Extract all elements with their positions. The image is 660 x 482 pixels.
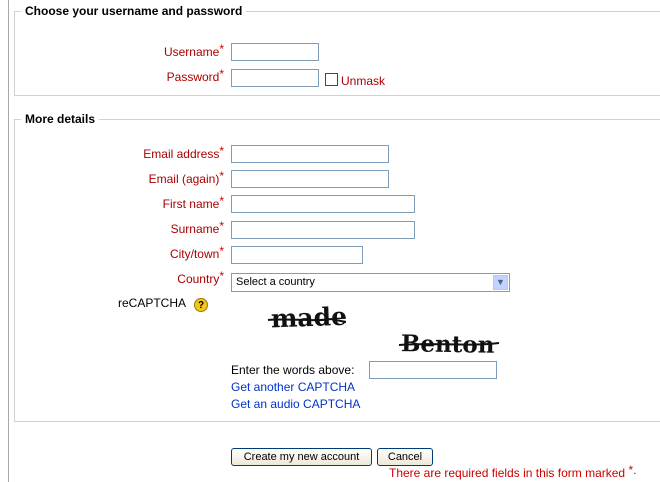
city-label-row: City/town* xyxy=(100,244,224,265)
surname-label: Surname* xyxy=(170,219,224,236)
required-fields-note: There are required fields in this form m… xyxy=(389,463,637,480)
country-selected-value: Select a country xyxy=(236,276,315,288)
username-label-row: Username* xyxy=(100,42,224,63)
chevron-down-icon[interactable]: ▼ xyxy=(493,275,508,290)
firstname-label-row: First name* xyxy=(100,194,224,215)
cancel-button[interactable]: Cancel xyxy=(377,448,433,466)
country-select[interactable]: Select a country ▼ xyxy=(231,273,510,292)
email-label: Email address* xyxy=(143,144,224,161)
page-left-border xyxy=(8,0,9,482)
password-label-row: Password* xyxy=(100,67,224,88)
required-marker: * xyxy=(219,219,224,233)
required-marker: * xyxy=(219,244,224,258)
required-marker: * xyxy=(219,169,224,183)
username-input[interactable] xyxy=(231,43,319,61)
section-legend-details: More details xyxy=(25,112,96,126)
captcha-image: made Benton xyxy=(231,298,551,359)
required-marker: * xyxy=(219,67,224,81)
email-input[interactable] xyxy=(231,145,389,163)
email-again-label-row: Email (again)* xyxy=(100,169,224,190)
captcha-word-1: made xyxy=(270,302,347,334)
unmask-label[interactable]: Unmask xyxy=(341,74,385,88)
email-again-label: Email (again)* xyxy=(148,169,224,186)
section-legend-credentials: Choose your username and password xyxy=(25,4,243,18)
surname-input[interactable] xyxy=(231,221,415,239)
required-marker: * xyxy=(219,269,224,283)
required-marker: * xyxy=(219,144,224,158)
password-input[interactable] xyxy=(231,69,319,87)
country-label: Country* xyxy=(177,269,224,286)
help-icon[interactable]: ? xyxy=(194,298,208,312)
get-audio-captcha-link[interactable]: Get an audio CAPTCHA xyxy=(231,397,360,411)
get-another-captcha-link[interactable]: Get another CAPTCHA xyxy=(231,380,355,394)
firstname-input[interactable] xyxy=(231,195,415,213)
recaptcha-label: reCAPTCHA xyxy=(118,296,187,310)
enter-words-label: Enter the words above: xyxy=(231,363,355,377)
required-marker: * xyxy=(219,194,224,208)
surname-label-row: Surname* xyxy=(100,219,224,240)
email-label-row: Email address* xyxy=(100,144,224,165)
required-marker: *. xyxy=(628,463,637,477)
password-label: Password* xyxy=(166,67,224,84)
firstname-label: First name* xyxy=(162,194,224,211)
username-label: Username* xyxy=(163,42,224,59)
unmask-checkbox[interactable] xyxy=(325,73,338,86)
country-label-row: Country* xyxy=(100,269,224,290)
create-account-button[interactable]: Create my new account xyxy=(231,448,372,466)
captcha-response-input[interactable] xyxy=(369,361,497,379)
city-input[interactable] xyxy=(231,246,363,264)
required-marker: * xyxy=(219,42,224,56)
email-again-input[interactable] xyxy=(231,170,389,188)
captcha-distorted-text: made Benton xyxy=(267,302,500,359)
city-label: City/town* xyxy=(169,244,224,261)
